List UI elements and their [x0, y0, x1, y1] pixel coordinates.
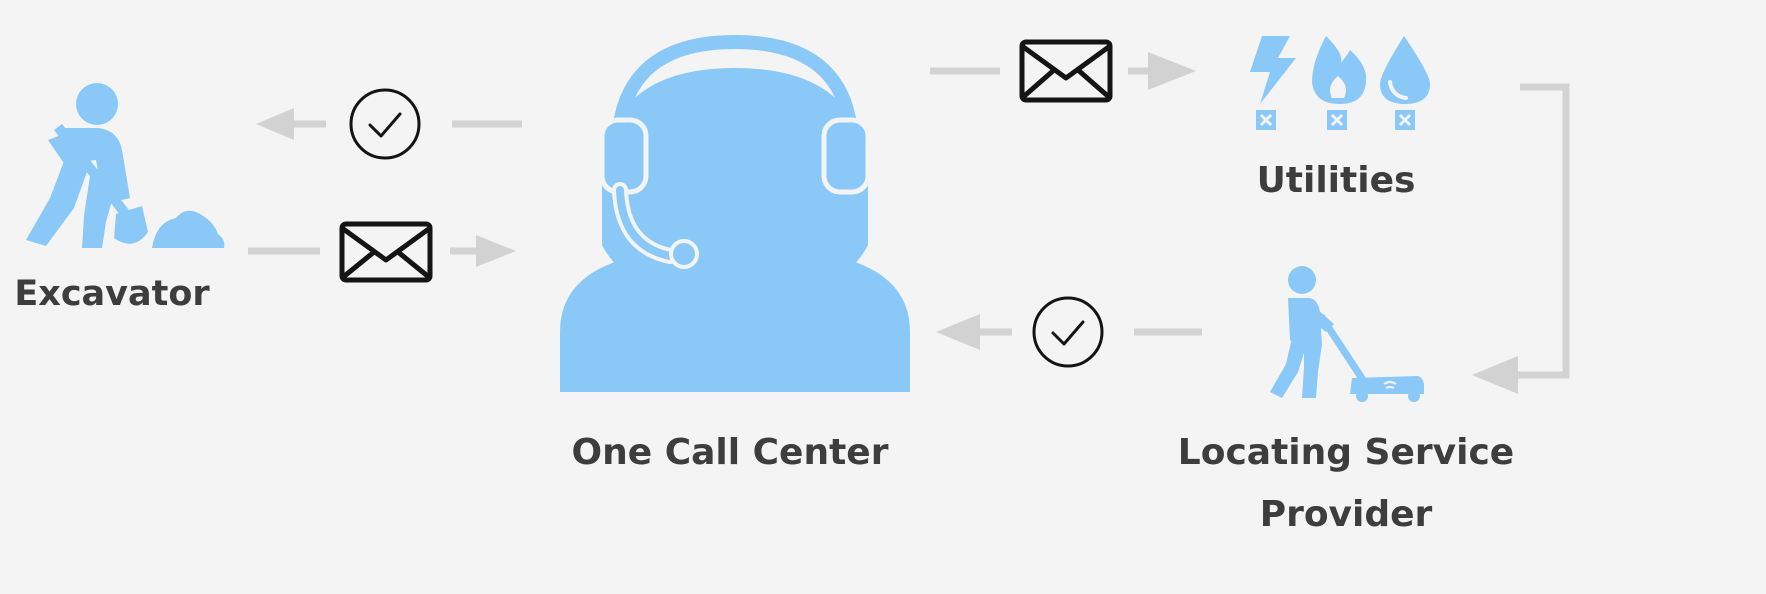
- check-circle-icon: [349, 88, 421, 160]
- envelope-icon: [339, 221, 433, 283]
- check-circle-icon: [1032, 296, 1104, 368]
- utilities-icons: [1250, 36, 1430, 130]
- provider-label: Provider: [1259, 494, 1433, 535]
- one-call-process-diagram: Excavator One Call Center Utilities Loca…: [0, 0, 1766, 594]
- one-call-center-label: One Call Center: [571, 432, 889, 473]
- arrowhead-right: [476, 235, 516, 267]
- arrowhead-right: [1148, 52, 1196, 90]
- utilities-label: Utilities: [1256, 160, 1416, 201]
- gas-flame-icon: [1312, 36, 1367, 104]
- electric-bolt-icon: [1250, 36, 1296, 104]
- water-drop-icon: [1380, 36, 1430, 104]
- connector-elbow: [1516, 83, 1570, 379]
- locating-service-label: Locating Service: [1177, 432, 1515, 473]
- utility-marker-icon: [1327, 110, 1347, 130]
- arrowhead-left: [256, 108, 294, 140]
- excavator-label: Excavator: [14, 274, 210, 314]
- digging-worker-icon: [26, 83, 225, 248]
- ground-locator-worker-icon: [1270, 266, 1424, 402]
- utility-marker-icon: [1256, 110, 1276, 130]
- arrowhead-left: [936, 314, 980, 350]
- headset-operator-icon: [560, 34, 910, 392]
- envelope-icon: [1019, 39, 1113, 103]
- utility-marker-icon: [1395, 110, 1415, 130]
- arrowhead-left: [1472, 356, 1518, 394]
